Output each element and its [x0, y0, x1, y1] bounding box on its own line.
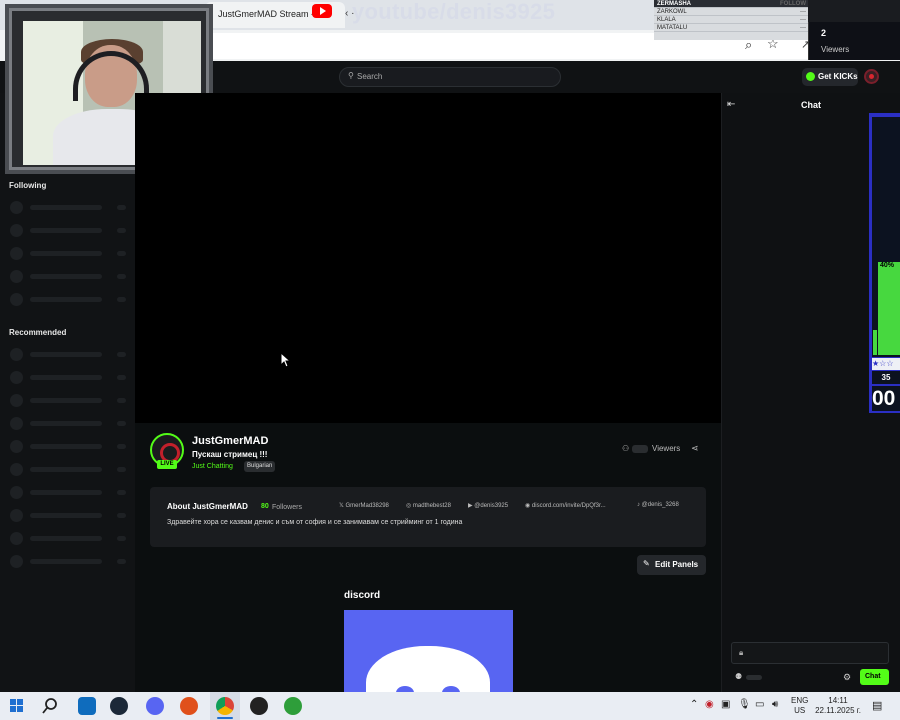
- live-badge: LIVE: [157, 460, 177, 469]
- mouse-cursor-icon: [280, 352, 292, 368]
- discord-taskbar-icon[interactable]: [146, 697, 164, 715]
- sidebar-channel-skeleton: [10, 463, 128, 476]
- windows-taskbar: [0, 692, 900, 720]
- edit-panels-label[interactable]: Edit Panels: [655, 560, 698, 569]
- kick-coin-icon: [806, 72, 815, 81]
- stream-title: Пускаш стримец !!!: [192, 450, 268, 459]
- viewers-overlay-label: Viewers: [821, 45, 850, 54]
- star-rating-icon: ★☆☆: [872, 358, 900, 370]
- tray-app-icon[interactable]: ▣: [721, 699, 730, 710]
- obs-icon[interactable]: [250, 697, 268, 715]
- network-icon[interactable]: ▭: [755, 699, 764, 710]
- social-link-discord[interactable]: ◉ discord.com/invite/DpQf3r...: [525, 502, 606, 509]
- about-description: Здравейте хора се казвам денис и съм от …: [167, 519, 463, 526]
- get-kicks-label[interactable]: Get KICKs: [818, 72, 858, 81]
- viewers-overlay-count: 2: [821, 28, 827, 38]
- sidebar-channel-skeleton: [10, 247, 128, 260]
- sidebar-channel-skeleton: [10, 224, 128, 237]
- category-link[interactable]: Just Chatting: [192, 463, 233, 470]
- goal-number: 35: [872, 371, 900, 384]
- discord-icon: ◉: [525, 503, 531, 509]
- pencil-icon: ✎: [643, 559, 650, 568]
- sidebar-channel-skeleton: [10, 532, 128, 545]
- lock-icon: 🔒︎: [739, 648, 744, 657]
- discord-panel-image[interactable]: [344, 610, 513, 692]
- collapse-chat-icon[interactable]: ⇤: [727, 99, 735, 110]
- outlook-icon[interactable]: [78, 697, 96, 715]
- taskbar-search-icon[interactable]: [42, 698, 58, 714]
- taskbar-clock[interactable]: 14:11 22.11.2025 г.: [812, 696, 864, 716]
- instagram-icon: ◎: [406, 503, 412, 509]
- sidebar-channel-skeleton: [10, 348, 128, 361]
- x-icon: 𝕏: [339, 503, 344, 509]
- social-link-youtube[interactable]: ▶ @denis3925: [468, 502, 508, 509]
- app-icon[interactable]: [180, 697, 198, 715]
- volume-icon[interactable]: 🔊︎: [772, 699, 778, 710]
- sidebar-channel-skeleton: [10, 371, 128, 384]
- social-link-x[interactable]: 𝕏 GmerMad38298: [339, 502, 389, 509]
- sidebar-channel-skeleton: [10, 201, 128, 214]
- windows-start-icon[interactable]: [10, 699, 23, 712]
- user-avatar[interactable]: [864, 69, 879, 84]
- app-green-icon[interactable]: [284, 697, 302, 715]
- chat-title: Chat: [801, 100, 821, 110]
- tab-title[interactable]: JustGmerMAD Stream - W: [218, 9, 325, 19]
- chrome-icon[interactable]: [216, 697, 234, 715]
- chat-users-icon[interactable]: ⚉: [735, 672, 742, 681]
- search-icon: ⚲: [348, 71, 354, 80]
- notification-icon[interactable]: ▤: [872, 699, 882, 712]
- sidebar-channel-skeleton: [10, 509, 128, 522]
- viewers-label: Viewers: [652, 444, 681, 453]
- viewers-icon: ⚇: [622, 444, 630, 453]
- viewers-count-placeholder: [632, 445, 648, 453]
- goal-timer: 00: [872, 386, 900, 411]
- about-title: About JustGmerMAD: [167, 502, 248, 511]
- leaderboard-overlay: ZERMASHA FOLLOW ZARKOWL — KLALA — MATATALU —: [654, 0, 808, 40]
- discord-logo-icon: [366, 646, 490, 692]
- overlay-top-right: [808, 0, 900, 22]
- leaderboard-row: MATATALU —: [654, 24, 808, 32]
- tiktok-icon: ♪: [637, 502, 640, 508]
- following-title: Following: [9, 181, 47, 190]
- followers-count: 80: [261, 503, 269, 510]
- youtube-icon: ▶: [468, 503, 473, 509]
- chat-send-label[interactable]: Chat: [865, 673, 881, 680]
- followers-label: Followers: [272, 504, 302, 511]
- sidebar-channel-skeleton: [10, 394, 128, 407]
- streamer-name[interactable]: JustGmerMAD: [192, 435, 268, 447]
- chat-tools-placeholder: [746, 675, 762, 680]
- tray-app-icon[interactable]: ◉: [705, 699, 714, 710]
- youtube-logo-icon: [312, 4, 332, 18]
- language-indicator[interactable]: ENG US: [791, 696, 808, 716]
- sidebar-channel-skeleton: [10, 486, 128, 499]
- gear-icon[interactable]: ⚙: [843, 672, 851, 683]
- sidebar-channel-skeleton: [10, 440, 128, 453]
- sidebar-channel-skeleton: [10, 270, 128, 283]
- leaderboard-row: ZARKOWL —: [654, 8, 808, 16]
- goal-percent: 40%: [880, 262, 895, 269]
- recommended-title: Recommended: [9, 328, 67, 337]
- language-tag[interactable]: Bulgarian: [244, 461, 276, 472]
- panel-title: discord: [344, 590, 381, 601]
- sidebar-channel-skeleton: [10, 555, 128, 568]
- leaderboard-row: ZERMASHA FOLLOW: [654, 0, 808, 8]
- youtube-overlay-text: youtube/denis3925: [352, 0, 556, 24]
- share-icon[interactable]: ⋖: [691, 443, 699, 454]
- social-link-instagram[interactable]: ◎ madthebest28: [406, 502, 451, 509]
- microphone-icon[interactable]: 🎙︎: [738, 699, 751, 710]
- leaderboard-row: KLALA —: [654, 16, 808, 24]
- chat-input[interactable]: [731, 642, 889, 664]
- about-panel: [150, 487, 706, 547]
- search-placeholder: Search: [357, 72, 383, 81]
- steam-icon[interactable]: [110, 697, 128, 715]
- tray-expand-icon[interactable]: ⌃: [690, 699, 698, 710]
- sidebar-channel-skeleton: [10, 417, 128, 430]
- video-player[interactable]: [135, 93, 721, 423]
- goal-progress-bar: [878, 262, 900, 355]
- social-link-tiktok[interactable]: ♪ @denis_3268: [637, 502, 679, 508]
- sidebar-channel-skeleton: [10, 293, 128, 306]
